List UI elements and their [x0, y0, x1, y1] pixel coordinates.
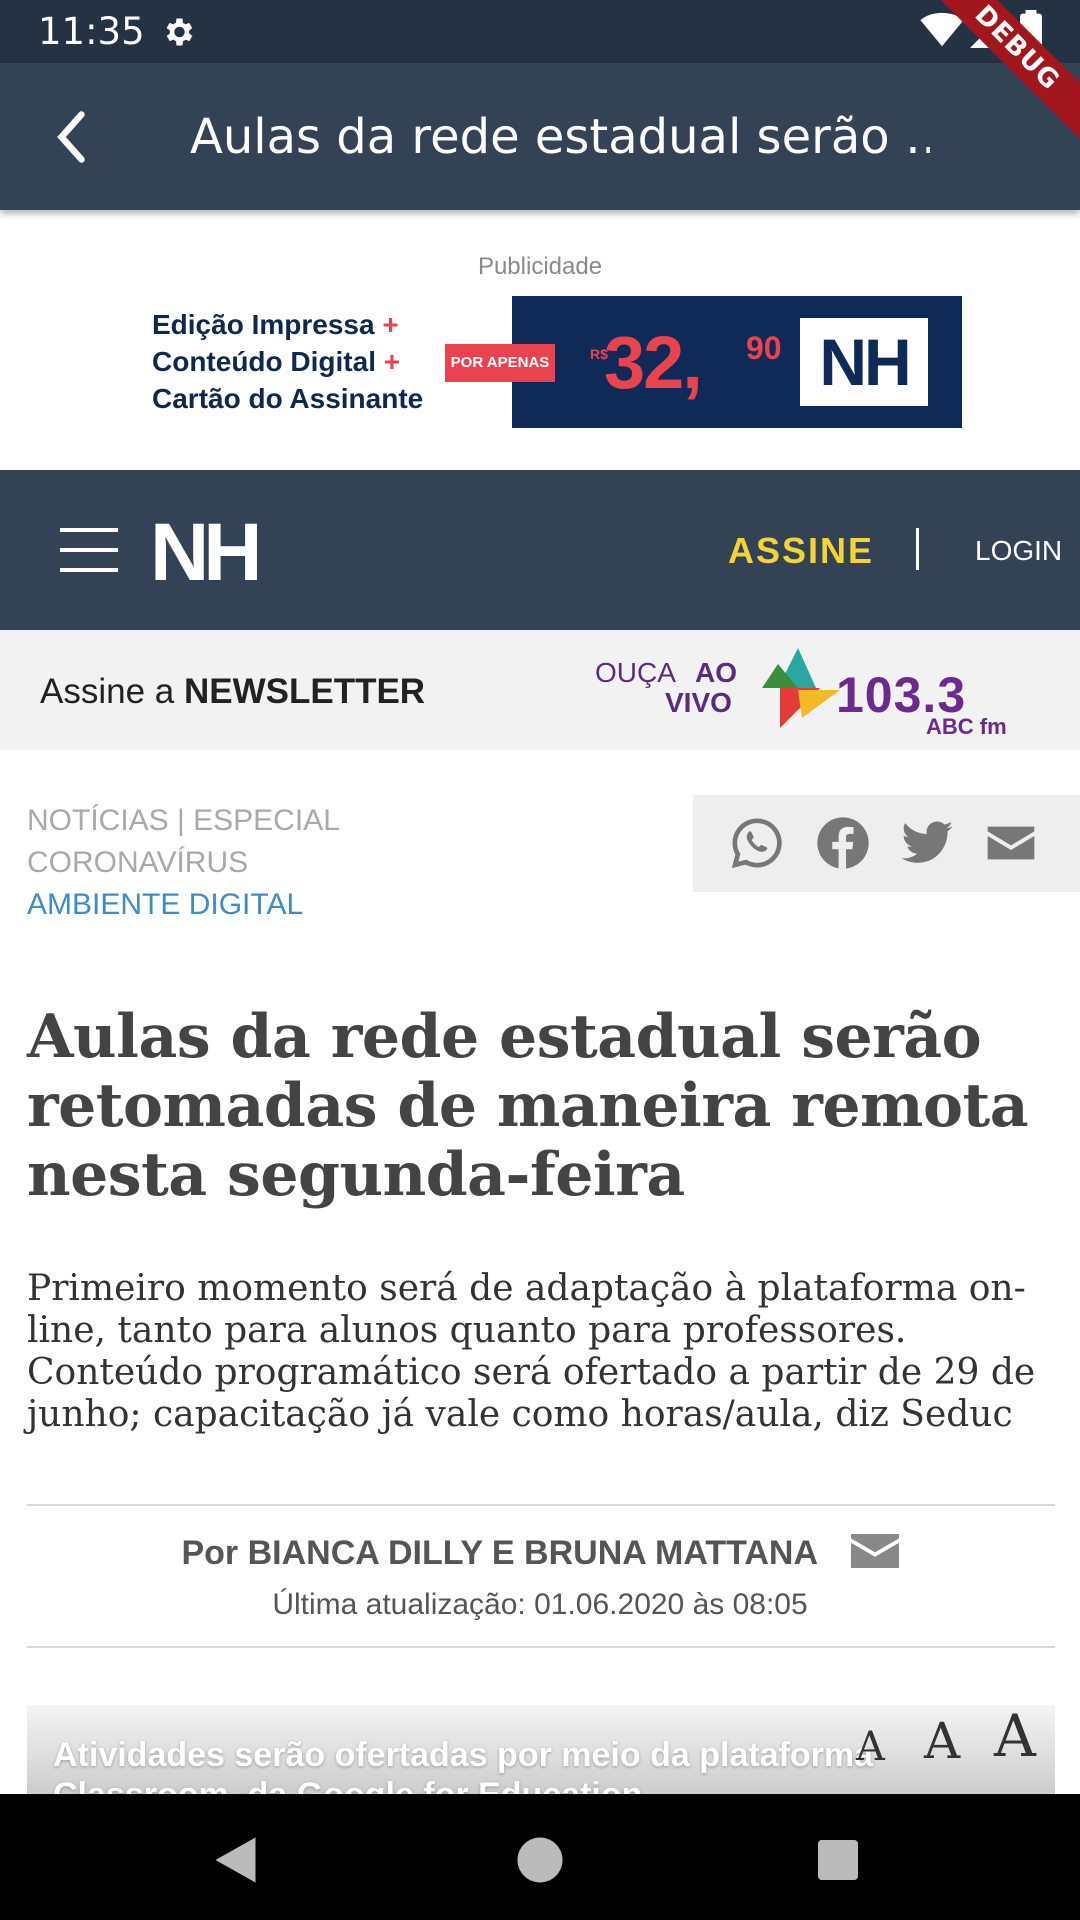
- back-arrow-icon[interactable]: [44, 107, 104, 167]
- author-email-icon[interactable]: [850, 1534, 899, 1568]
- status-time: 11:35: [38, 10, 145, 53]
- category-primary-cont[interactable]: CORONAVÍRUS: [27, 842, 340, 884]
- font-size-small[interactable]: A: [856, 1724, 885, 1770]
- gear-icon: [166, 18, 193, 46]
- nav-back-icon[interactable]: [208, 1830, 268, 1890]
- ad-line-1: Edição Impressa: [152, 309, 375, 340]
- font-size-medium[interactable]: A: [924, 1712, 960, 1770]
- twitter-icon[interactable]: [899, 815, 955, 871]
- radio-station: ABC fm: [926, 714, 1007, 739]
- category-secondary[interactable]: AMBIENTE DIGITAL: [27, 884, 340, 926]
- ad-price: 32,: [604, 321, 703, 404]
- app-bar: Aulas da rede estadual serão …: [0, 63, 1080, 210]
- radio-logo-icon[interactable]: [758, 644, 848, 734]
- newsletter-label: NEWSLETTER: [183, 672, 426, 711]
- app-bar-title: Aulas da rede estadual serão …: [190, 109, 930, 165]
- byline-authors[interactable]: Por BIANCA DILLY E BRUNA MATTANA: [181, 1534, 818, 1573]
- menu-icon[interactable]: [60, 526, 118, 574]
- newsletter-link[interactable]: Assine a NEWSLETTER: [40, 672, 425, 712]
- email-share-icon[interactable]: [983, 815, 1039, 871]
- article-summary: Primeiro momento será de adaptação à pla…: [27, 1268, 1036, 1435]
- listen-label: OUÇA: [595, 657, 676, 688]
- ad-banner[interactable]: Edição Impressa + Conteúdo Digital + Car…: [140, 296, 962, 428]
- nav-recents-icon[interactable]: [808, 1830, 868, 1890]
- site-header: NH ASSINE LOGIN: [0, 470, 1080, 630]
- font-size-controls: A A A: [856, 1700, 1066, 1770]
- newsletter-radio-strip: Assine a NEWSLETTER OUÇA AO VIVO 103.3 A…: [0, 630, 1080, 750]
- breadcrumb: NOTÍCIAS | ESPECIAL CORONAVÍRUS AMBIENTE…: [27, 800, 340, 926]
- last-updated: Última atualização: 01.06.2020 às 08:05: [272, 1588, 808, 1621]
- ad-label: Publicidade: [477, 253, 603, 280]
- font-size-large[interactable]: A: [994, 1702, 1036, 1770]
- subscribe-link[interactable]: ASSINE: [728, 530, 874, 572]
- divider-top: [27, 1504, 1055, 1506]
- ad-brand-logo: NH: [800, 318, 928, 406]
- header-divider: [916, 528, 919, 570]
- status-bar: 11:35: [0, 0, 1080, 63]
- listen-live[interactable]: OUÇA AO VIVO: [595, 657, 737, 718]
- ad-text: Edição Impressa + Conteúdo Digital + Car…: [152, 306, 452, 417]
- login-link[interactable]: LOGIN: [975, 535, 1062, 567]
- article-headline: Aulas da rede estadual serão retomadas d…: [27, 1002, 1029, 1210]
- newsletter-prefix: Assine a: [40, 672, 184, 711]
- category-primary[interactable]: NOTÍCIAS | ESPECIAL: [27, 800, 340, 842]
- live-label-ao: AO: [695, 657, 737, 688]
- ad-price-panel: R$ 32, 90 NH: [512, 296, 962, 428]
- byline: Por BIANCA DILLY E BRUNA MATTANA: [0, 1534, 1080, 1573]
- ad-line-3: Cartão do Assinante: [152, 383, 424, 414]
- nav-home-icon[interactable]: [510, 1830, 570, 1890]
- whatsapp-icon[interactable]: [729, 815, 785, 871]
- navigation-bar: [0, 1794, 1080, 1920]
- facebook-icon[interactable]: [815, 815, 871, 871]
- live-label-vivo: VIVO: [665, 687, 732, 718]
- share-bar: [693, 795, 1080, 892]
- divider-bottom: [27, 1646, 1055, 1648]
- site-logo[interactable]: NH: [150, 506, 262, 600]
- ad-badge: POR APENAS: [445, 344, 555, 382]
- ad-cents: 90: [746, 330, 782, 366]
- ad-line-2: Conteúdo Digital: [152, 346, 376, 377]
